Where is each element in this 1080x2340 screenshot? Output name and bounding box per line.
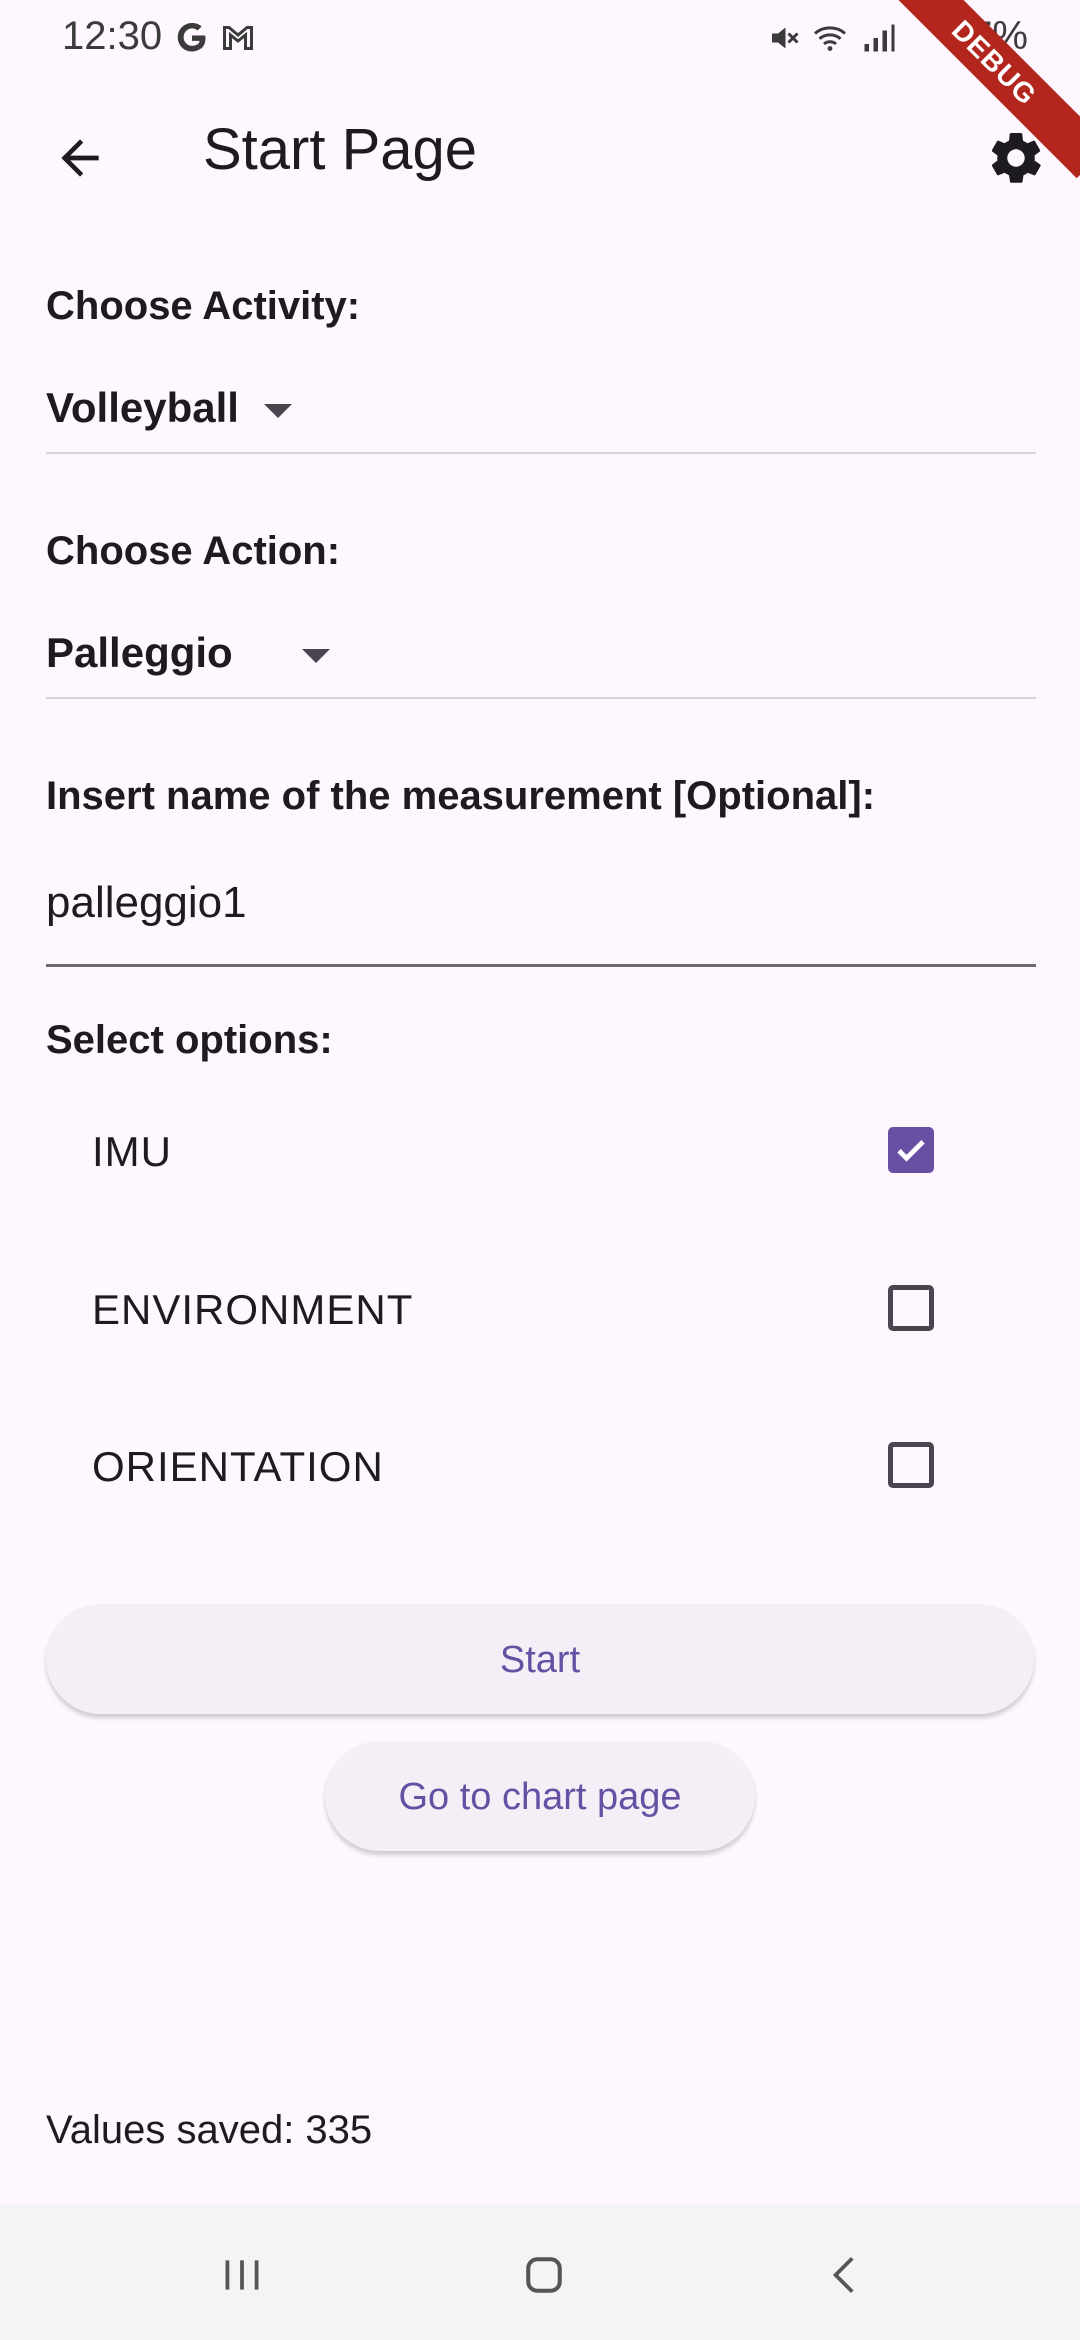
dropdown-arrow-icon <box>264 404 292 418</box>
option-row-imu[interactable]: IMU <box>46 1110 1036 1200</box>
gmail-icon <box>223 26 253 50</box>
option-label: ORIENTATION <box>92 1443 384 1490</box>
options-label: Select options: <box>46 1018 333 1062</box>
environment-checkbox[interactable] <box>888 1285 934 1331</box>
gear-icon <box>991 133 1041 183</box>
settings-button[interactable] <box>976 118 1056 198</box>
dropdown-arrow-icon <box>302 649 330 663</box>
arrow-back-icon <box>61 139 99 177</box>
home-icon <box>526 2257 562 2293</box>
action-divider <box>46 697 1036 699</box>
go-to-chart-button[interactable]: Go to chart page <box>325 1741 755 1851</box>
option-row-environment[interactable]: ENVIRONMENT <box>46 1268 1036 1358</box>
measurement-label: Insert name of the measurement [Optional… <box>46 774 876 818</box>
check-icon <box>897 1140 925 1162</box>
mute-icon <box>772 27 799 49</box>
orientation-checkbox[interactable] <box>888 1442 934 1488</box>
action-value: Palleggio <box>46 629 233 676</box>
imu-checkbox[interactable] <box>888 1127 934 1173</box>
option-row-orientation[interactable]: ORIENTATION <box>46 1425 1036 1515</box>
signal-icon <box>864 24 895 52</box>
status-time: 12:30 <box>62 14 163 58</box>
page-title: Start Page <box>203 117 478 182</box>
measurement-input-underline <box>46 964 1036 967</box>
activity-label: Choose Activity: <box>46 284 361 328</box>
measurement-name-input[interactable] <box>46 868 1036 938</box>
option-label: ENVIRONMENT <box>92 1286 414 1333</box>
action-label: Choose Action: <box>46 529 341 573</box>
activity-divider <box>46 452 1036 454</box>
action-dropdown[interactable]: Palleggio <box>46 623 346 683</box>
back-nav-icon <box>832 2257 854 2293</box>
wifi-icon <box>813 26 847 51</box>
google-icon <box>177 23 206 52</box>
activity-value: Volleyball <box>46 384 239 431</box>
recent-apps-icon <box>225 2260 259 2290</box>
activity-dropdown[interactable]: Volleyball <box>46 378 346 438</box>
start-button[interactable]: Start <box>46 1604 1034 1714</box>
back-nav-button[interactable] <box>806 2240 886 2310</box>
option-label: IMU <box>92 1128 172 1175</box>
home-button[interactable] <box>504 2240 584 2310</box>
back-button[interactable] <box>40 118 120 198</box>
values-saved-text: Values saved: 335 <box>46 2108 373 2152</box>
recent-apps-button[interactable] <box>202 2240 282 2310</box>
